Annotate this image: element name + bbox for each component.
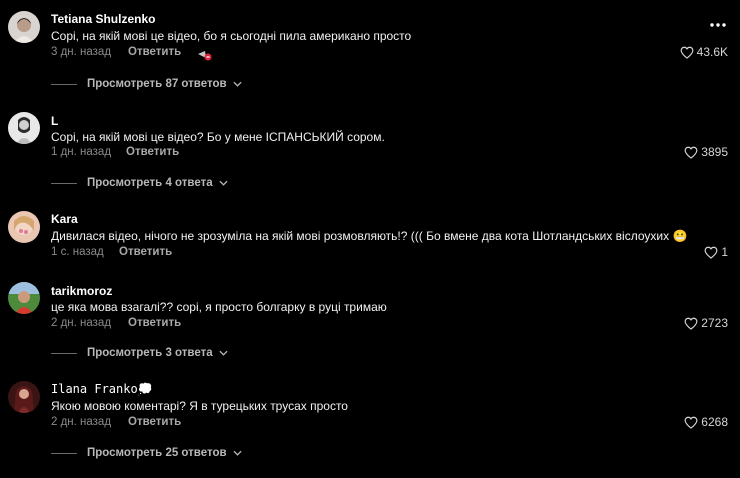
- avatar[interactable]: [8, 381, 40, 413]
- reply-button[interactable]: Ответить: [128, 46, 181, 58]
- comment-item: L Сорі, на якій мові це відео? Бо у мене…: [0, 100, 740, 200]
- like-button[interactable]: 1: [704, 245, 728, 259]
- heart-outline-icon: [680, 46, 694, 59]
- view-replies-button[interactable]: Просмотреть 4 ответа: [51, 177, 228, 189]
- like-button[interactable]: 3895: [684, 145, 728, 159]
- comment-text-body: Дивилася відео, нічого не зрозуміла на я…: [51, 229, 670, 243]
- comment-username[interactable]: L: [51, 114, 58, 128]
- reply-button[interactable]: Ответить: [128, 416, 181, 428]
- like-count: 3895: [701, 145, 728, 159]
- divider: [51, 83, 77, 85]
- thought-bubble-emoji: 💭: [137, 382, 153, 396]
- like-count: 43.6K: [696, 45, 728, 59]
- username-text: 𝙸𝚕𝚊𝚗𝚊 𝙵𝚛𝚊𝚗𝚔𝚘: [51, 382, 138, 396]
- emoji: 😬: [672, 229, 688, 243]
- comment-item: Kara Дивилася відео, нічого не зрозуміла…: [0, 200, 740, 270]
- comment-username[interactable]: tarikmoroz: [51, 284, 112, 298]
- view-replies-button[interactable]: Просмотреть 87 ответов: [51, 78, 242, 90]
- reply-button[interactable]: Ответить: [126, 146, 179, 158]
- comment-time: 3 дн. назад: [51, 46, 112, 58]
- heart-outline-icon: [704, 246, 718, 259]
- comment-time: 2 дн. назад: [51, 317, 112, 329]
- view-replies-label: Просмотреть 87 ответов: [87, 78, 227, 90]
- avatar[interactable]: [8, 112, 40, 144]
- comment-text: Дивилася відео, нічого не зрозуміла на я…: [51, 229, 687, 243]
- divider: [51, 182, 77, 184]
- comment-username[interactable]: 𝙸𝚕𝚊𝚗𝚊 𝙵𝚛𝚊𝚗𝚔𝚘💭: [51, 382, 153, 396]
- comment-item: tarikmoroz це яка мова взагалі?? сорі, я…: [0, 270, 740, 370]
- comment-text: це яка мова взагалі?? сорі, я просто бол…: [51, 300, 387, 314]
- comment-text: Якою мовою коментарі? Я в турецьких трус…: [51, 399, 348, 413]
- comment-time: 1 дн. назад: [51, 146, 112, 158]
- view-replies-label: Просмотреть 3 ответа: [87, 347, 213, 359]
- creator-liked-badge: [197, 48, 213, 66]
- comment-username[interactable]: Tetiana Shulzenko: [51, 12, 155, 26]
- chevron-down-icon: [232, 450, 242, 456]
- reply-button[interactable]: Ответить: [119, 246, 172, 258]
- avatar[interactable]: [8, 282, 40, 314]
- chevron-down-icon: [219, 180, 228, 186]
- comment-username[interactable]: Kara: [51, 212, 78, 226]
- like-button[interactable]: 2723: [684, 316, 728, 330]
- like-button[interactable]: 6268: [684, 415, 728, 429]
- view-replies-button[interactable]: Просмотреть 25 ответов: [51, 447, 242, 459]
- like-count: 6268: [701, 415, 728, 429]
- view-replies-label: Просмотреть 25 ответов: [87, 447, 227, 459]
- comment-time: 1 с. назад: [51, 246, 104, 258]
- chevron-down-icon: [232, 81, 242, 87]
- chevron-down-icon: [219, 350, 228, 356]
- like-count: 1: [721, 245, 728, 259]
- comment-text: Сорі, на якій мові це відео, бо я сьогод…: [51, 29, 412, 43]
- avatar[interactable]: [8, 11, 40, 43]
- divider: [51, 352, 77, 354]
- comment-text: Сорі, на якій мові це відео? Бо у мене І…: [51, 130, 385, 144]
- heart-outline-icon: [684, 317, 698, 330]
- like-button[interactable]: 43.6K: [680, 45, 728, 59]
- comment-time: 2 дн. назад: [51, 416, 112, 428]
- heart-outline-icon: [684, 146, 698, 159]
- heart-outline-icon: [684, 416, 698, 429]
- comment-item: Tetiana Shulzenko Сорі, на якій мові це …: [0, 0, 740, 100]
- reply-button[interactable]: Ответить: [128, 317, 181, 329]
- like-count: 2723: [701, 316, 728, 330]
- avatar[interactable]: [8, 211, 40, 243]
- view-replies-button[interactable]: Просмотреть 3 ответа: [51, 347, 228, 359]
- divider: [51, 452, 77, 454]
- comment-item: 𝙸𝚕𝚊𝚗𝚊 𝙵𝚛𝚊𝚗𝚔𝚘💭 Якою мовою коментарі? Я в …: [0, 370, 740, 478]
- view-replies-label: Просмотреть 4 ответа: [87, 177, 213, 189]
